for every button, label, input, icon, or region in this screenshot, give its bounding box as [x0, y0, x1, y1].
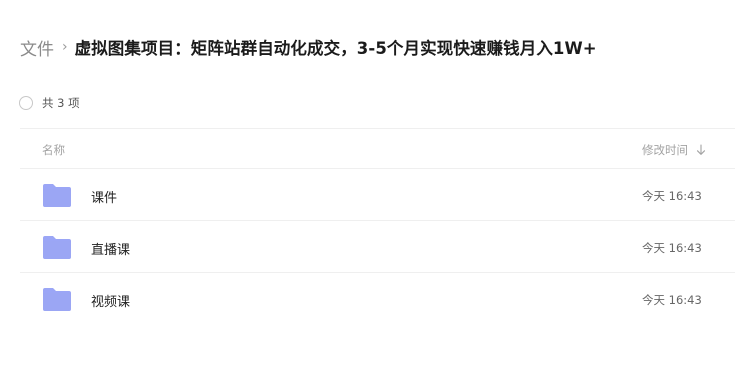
table-row[interactable]: 直播课 今天 16:43: [20, 221, 735, 273]
breadcrumb-separator-icon: ›: [62, 39, 68, 55]
table-row[interactable]: 视频课 今天 16:43: [20, 273, 735, 325]
file-name[interactable]: 视频课: [91, 291, 130, 310]
file-name[interactable]: 直播课: [91, 239, 130, 258]
folder-icon: [43, 236, 71, 259]
column-header-modified-label: 修改时间: [642, 143, 688, 157]
column-header-name[interactable]: 名称: [42, 142, 65, 158]
table-row[interactable]: 课件 今天 16:43: [20, 169, 735, 221]
breadcrumb: 文件 › 虚拟图集项目：矩阵站群自动化成交，3-5个月实现快速赚钱月入1W+: [20, 34, 597, 60]
table-header: 名称 修改时间: [20, 129, 735, 168]
select-all-checkbox[interactable]: [19, 96, 33, 110]
column-header-modified[interactable]: 修改时间: [642, 142, 706, 158]
file-modified-time: 今天 16:43: [642, 293, 702, 307]
file-modified-time: 今天 16:43: [642, 241, 702, 255]
file-name[interactable]: 课件: [91, 187, 117, 206]
selection-summary: 共 3 项: [19, 94, 80, 112]
breadcrumb-root-link[interactable]: 文件: [20, 35, 54, 60]
page-title: 虚拟图集项目：矩阵站群自动化成交，3-5个月实现快速赚钱月入1W+: [74, 39, 597, 58]
arrow-down-icon[interactable]: [696, 144, 706, 156]
folder-icon: [43, 288, 71, 311]
item-count: 共 3 项: [42, 96, 80, 110]
folder-icon: [43, 184, 71, 207]
file-modified-time: 今天 16:43: [642, 189, 702, 203]
